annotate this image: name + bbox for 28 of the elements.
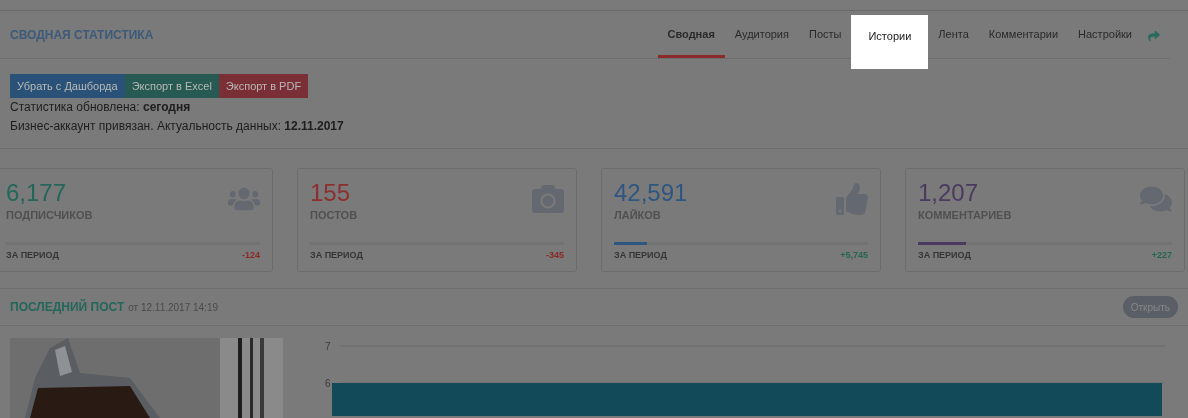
period-label: ЗА ПЕРИОД [918,248,971,262]
stat-value: 1,207 [918,179,979,207]
nav-tab[interactable]: Лента [928,25,979,58]
period-change: +227 [1151,248,1172,262]
nav-tab[interactable]: Комментарии [978,25,1069,58]
axis-tick-label: 6 [325,378,331,389]
info-text: Бизнес-аккаунт привязан. Актуальность данных: 12.11.2017 [10,118,345,135]
section-title: ПОСЛЕДНИЙ ПОСТ [10,298,125,316]
stat-value: 155 [310,179,351,207]
period-change: +5,745 [840,248,868,262]
period-change: -124 [242,248,260,262]
action-button[interactable]: Экспорт в PDF [218,74,309,98]
share-icon[interactable] [1148,30,1160,42]
axis-tick-label: 7 [325,341,331,352]
nav-tab[interactable]: Посты [799,25,852,58]
nav-tab[interactable]: Сводная [657,25,725,58]
action-button[interactable]: Убрать с Дашборда [10,74,125,98]
nav-tab[interactable]: Аудитория [724,25,799,58]
period-label: ЗА ПЕРИОД [310,248,363,262]
stat-value: 42,591 [614,179,688,207]
stat-value: 6,177 [6,179,67,207]
action-button[interactable]: Экспорт в Excel [124,74,219,98]
nav-tab[interactable]: Настройки [1068,25,1142,58]
section-title: СВОДНАЯ СТАТИСТИКА [10,27,154,44]
period-change: -345 [546,248,564,262]
period-label: ЗА ПЕРИОД [614,248,667,262]
info-text: Статистика обновлена: сегодня [10,99,192,116]
period-label: ЗА ПЕРИОД [6,248,59,262]
